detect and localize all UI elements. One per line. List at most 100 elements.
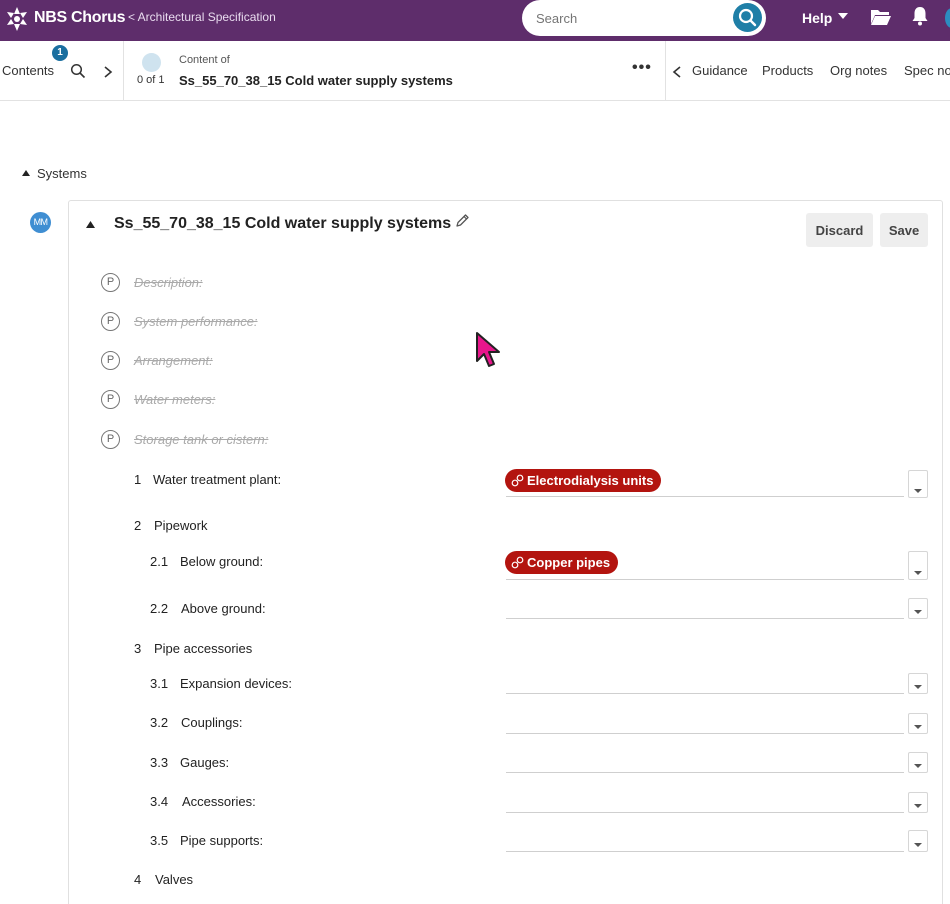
item-heading: Valves bbox=[155, 872, 194, 887]
search-button[interactable] bbox=[733, 3, 762, 32]
dropdown-button[interactable] bbox=[908, 752, 928, 773]
search-box bbox=[522, 0, 766, 36]
field-underline[interactable] bbox=[506, 693, 904, 694]
product-tag[interactable]: Electrodialysis units bbox=[505, 469, 662, 492]
property-icon: P bbox=[101, 273, 120, 292]
divider bbox=[123, 41, 124, 101]
removed-property[interactable]: Storage tank or cistern: bbox=[134, 432, 268, 447]
tag-label: Copper pipes bbox=[527, 555, 611, 570]
user-avatar[interactable] bbox=[945, 8, 950, 28]
field-underline[interactable] bbox=[506, 772, 904, 773]
item-heading: Pipe accessories bbox=[154, 641, 253, 656]
dropdown-button[interactable] bbox=[908, 598, 928, 619]
property-icon: P bbox=[101, 351, 120, 370]
content-of-label: Content of bbox=[179, 54, 230, 66]
field-underline[interactable] bbox=[506, 812, 904, 813]
chevron-down-icon bbox=[914, 685, 922, 689]
item-label: Pipe supports: bbox=[180, 833, 264, 848]
chevron-down-icon bbox=[914, 489, 922, 493]
field-underline bbox=[506, 496, 904, 497]
brand-name[interactable]: NBS Chorus bbox=[34, 9, 126, 27]
breadcrumb-link[interactable]: < Architectural Specification bbox=[128, 10, 276, 24]
item-number: 2.2 bbox=[150, 601, 169, 616]
discard-button[interactable]: Discard bbox=[806, 213, 873, 247]
item-number: 2 bbox=[134, 518, 142, 533]
contents-count-badge: 1 bbox=[52, 45, 68, 61]
document-toolbar: Contents 1 0 of 1 Content of Ss_55_70_38… bbox=[0, 41, 950, 101]
field-underline bbox=[506, 579, 904, 580]
progress-indicator bbox=[142, 53, 161, 72]
removed-property[interactable]: System performance: bbox=[134, 314, 258, 329]
clause-title: Ss_55_70_38_15 Cold water supply systems bbox=[114, 215, 451, 233]
dropdown-button[interactable] bbox=[908, 792, 928, 813]
chevron-down-icon[interactable] bbox=[838, 12, 848, 20]
top-bar: NBS Chorus < Architectural Specification… bbox=[0, 0, 950, 41]
clause-code: Ss_55_70_38_15 bbox=[114, 215, 241, 232]
removed-property[interactable]: Arrangement: bbox=[134, 353, 213, 368]
property-icon: P bbox=[101, 312, 120, 331]
chevron-left-icon[interactable] bbox=[671, 65, 683, 79]
search-icon[interactable] bbox=[70, 63, 86, 79]
author-avatar: MM bbox=[30, 212, 51, 233]
tab-guidance[interactable]: Guidance bbox=[692, 63, 748, 78]
chevron-down-icon bbox=[914, 804, 922, 808]
item-label: Couplings: bbox=[181, 715, 243, 730]
tag-label: Electrodialysis units bbox=[527, 473, 654, 488]
item-number: 3.2 bbox=[150, 715, 169, 730]
nbs-logo-icon[interactable] bbox=[4, 6, 30, 32]
position-counter: 0 of 1 bbox=[137, 74, 165, 86]
folder-icon[interactable] bbox=[870, 7, 892, 27]
tab-spec-notes[interactable]: Spec no bbox=[904, 63, 950, 78]
link-icon bbox=[511, 474, 524, 487]
dropdown-button[interactable] bbox=[908, 830, 928, 852]
more-options-button[interactable]: ••• bbox=[632, 59, 652, 77]
property-icon: P bbox=[101, 430, 120, 449]
chevron-down-icon bbox=[914, 571, 922, 575]
dropdown-button[interactable] bbox=[908, 713, 928, 734]
property-icon: P bbox=[101, 390, 120, 409]
save-button[interactable]: Save bbox=[880, 213, 928, 247]
removed-property[interactable]: Water meters: bbox=[134, 392, 215, 407]
item-number: 1 bbox=[134, 472, 142, 487]
removed-property[interactable]: Description: bbox=[134, 275, 203, 290]
link-icon bbox=[511, 556, 524, 569]
tab-org-notes[interactable]: Org notes bbox=[830, 63, 887, 78]
help-menu[interactable]: Help bbox=[802, 10, 832, 26]
dropdown-button[interactable] bbox=[908, 551, 928, 580]
item-number: 3.3 bbox=[150, 755, 169, 770]
content-title: Ss_55_70_38_15 Cold water supply systems bbox=[179, 73, 453, 88]
product-tag[interactable]: Copper pipes bbox=[505, 551, 619, 574]
collapse-caret-icon[interactable] bbox=[21, 169, 31, 177]
item-heading: Pipework bbox=[154, 518, 208, 533]
item-label: Accessories: bbox=[182, 794, 256, 809]
item-number: 2.1 bbox=[150, 554, 169, 569]
search-icon bbox=[738, 8, 757, 27]
item-number: 3.5 bbox=[150, 833, 169, 848]
field-underline[interactable] bbox=[506, 851, 904, 852]
item-label: Expansion devices: bbox=[180, 676, 293, 691]
item-label: Above ground: bbox=[181, 601, 266, 616]
chevron-down-icon bbox=[914, 610, 922, 614]
chevron-down-icon bbox=[914, 725, 922, 729]
clause-name: Cold water supply systems bbox=[244, 215, 452, 232]
dropdown-button[interactable] bbox=[908, 470, 928, 498]
pencil-icon[interactable] bbox=[455, 213, 470, 228]
collapse-caret-icon[interactable] bbox=[85, 220, 96, 229]
mouse-cursor-icon bbox=[476, 332, 500, 367]
chevron-right-icon[interactable] bbox=[102, 65, 114, 79]
field-underline[interactable] bbox=[506, 618, 904, 619]
item-label: Water treatment plant: bbox=[153, 472, 282, 487]
section-label[interactable]: Systems bbox=[37, 166, 87, 181]
search-input[interactable] bbox=[536, 9, 726, 27]
contents-button[interactable]: Contents bbox=[2, 63, 54, 78]
item-number: 3.4 bbox=[150, 794, 169, 809]
field-underline[interactable] bbox=[506, 733, 904, 734]
item-number: 3 bbox=[134, 641, 142, 656]
item-number: 3.1 bbox=[150, 676, 169, 691]
dropdown-button[interactable] bbox=[908, 673, 928, 694]
item-label: Gauges: bbox=[180, 755, 230, 770]
tab-products[interactable]: Products bbox=[762, 63, 813, 78]
divider bbox=[665, 41, 666, 101]
chevron-down-icon bbox=[914, 843, 922, 847]
bell-icon[interactable] bbox=[911, 6, 929, 26]
